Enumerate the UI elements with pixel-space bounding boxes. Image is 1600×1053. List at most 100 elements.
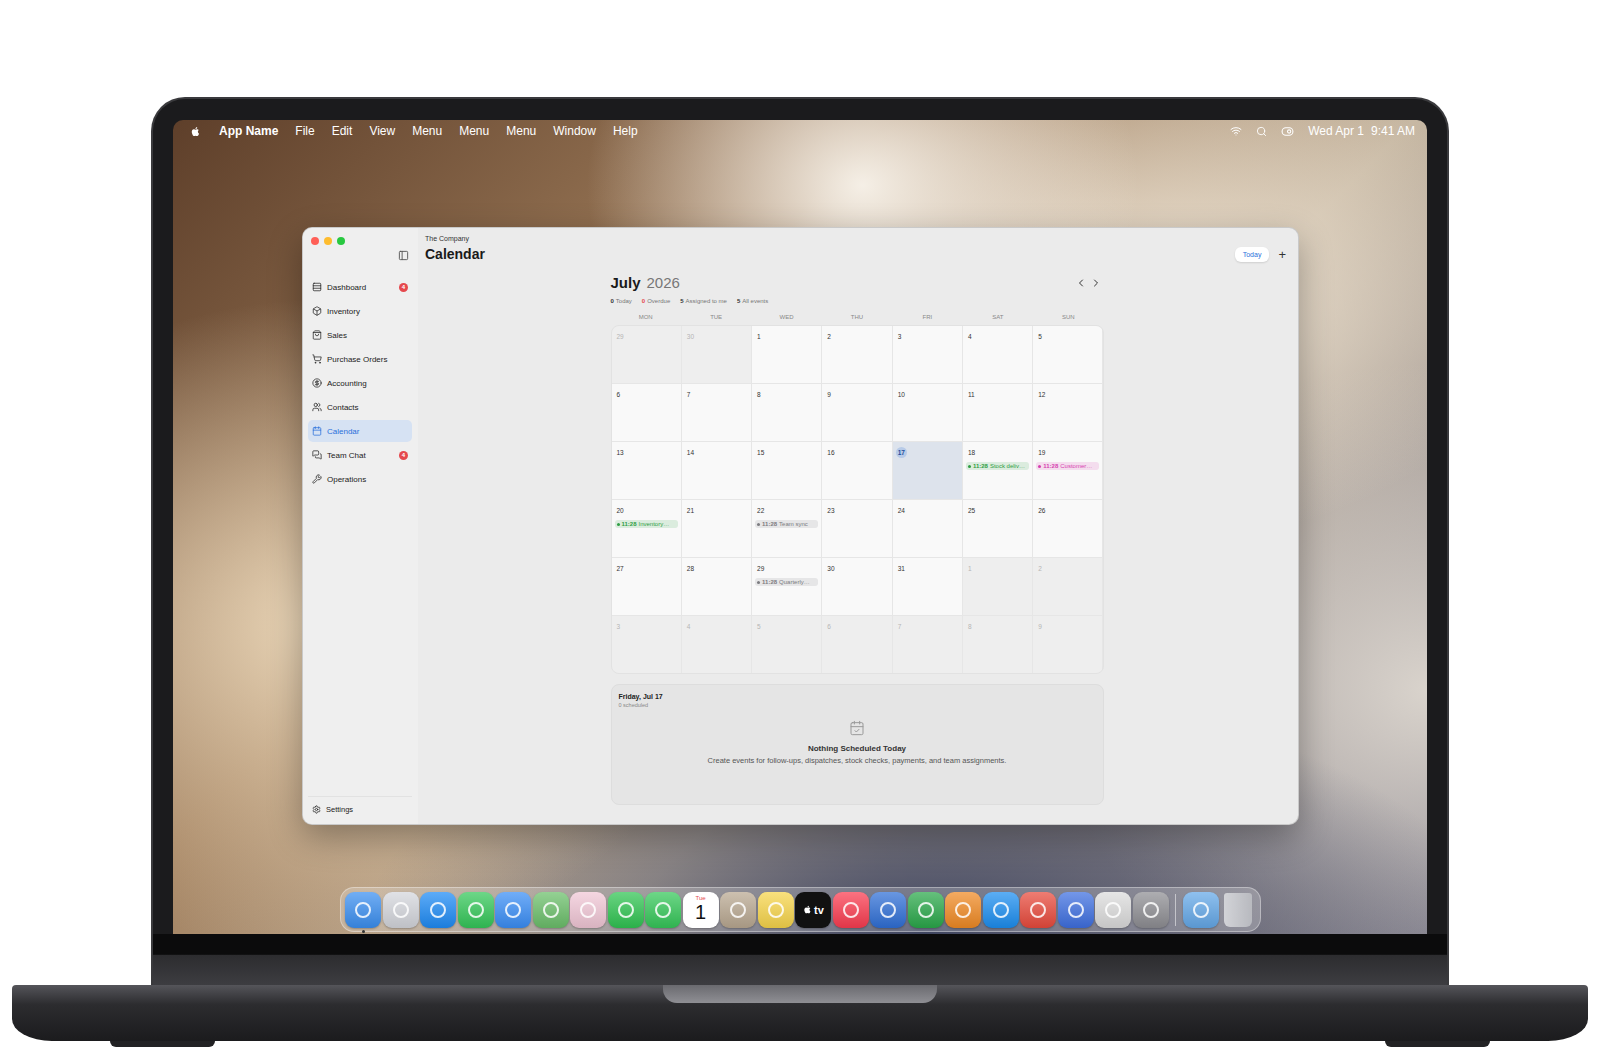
dock-item[interactable] (645, 892, 681, 928)
day-cell[interactable]: 2211:28Team sync (752, 500, 821, 557)
day-cell[interactable]: 2911:28Quarterly… (752, 558, 821, 615)
wifi-icon[interactable] (1230, 125, 1242, 137)
day-cell[interactable]: 1 (963, 558, 1032, 615)
dock-item[interactable] (570, 892, 606, 928)
day-cell[interactable]: 31 (893, 558, 962, 615)
day-cell[interactable]: 29 (612, 326, 681, 383)
dock-app[interactable] (570, 892, 606, 928)
day-cell[interactable]: 24 (893, 500, 962, 557)
day-cell[interactable]: 9 (822, 384, 891, 441)
add-button[interactable]: + (1275, 248, 1289, 261)
previous-month-icon[interactable] (1075, 277, 1087, 289)
menu-item[interactable]: Help (613, 124, 638, 138)
day-cell[interactable]: 1811:28Stock deliv… (963, 442, 1032, 499)
day-cell[interactable]: 8 (963, 616, 1032, 673)
day-cell[interactable]: 30 (822, 558, 891, 615)
dock-item[interactable] (908, 892, 944, 928)
sidebar-toggle-icon[interactable] (398, 250, 409, 261)
dock-trash[interactable] (1224, 893, 1252, 927)
stat[interactable]: 5All events (737, 298, 768, 304)
dock-app[interactable] (1133, 892, 1169, 928)
dock-app[interactable] (908, 892, 944, 928)
dock-app[interactable] (1095, 892, 1131, 928)
day-cell[interactable]: 1911:28Customer… (1033, 442, 1102, 499)
dock-app[interactable] (1058, 892, 1094, 928)
sidebar-item[interactable]: Calendar (308, 420, 412, 442)
menu-item[interactable]: Menu (459, 124, 489, 138)
day-cell[interactable]: 5 (1033, 326, 1102, 383)
stat[interactable]: 5Assigned to me (680, 298, 727, 304)
day-cell[interactable]: 26 (1033, 500, 1102, 557)
dock-item[interactable] (495, 892, 531, 928)
minimize-button[interactable] (324, 237, 332, 245)
dock-app[interactable] (983, 892, 1019, 928)
dock-app[interactable] (645, 892, 681, 928)
stat[interactable]: 0Today (611, 298, 632, 304)
day-cell[interactable]: 2011:28Inventory… (612, 500, 681, 557)
dock-app[interactable] (720, 892, 756, 928)
sidebar-item[interactable]: Team Chat4 (308, 444, 412, 466)
event-chip[interactable]: 11:28Customer… (1036, 462, 1099, 470)
menu-item[interactable]: Menu (506, 124, 536, 138)
menu-item[interactable]: Edit (332, 124, 353, 138)
control-center-icon[interactable] (1281, 125, 1294, 138)
sidebar-item[interactable]: Accounting (308, 372, 412, 394)
dock-app[interactable] (495, 892, 531, 928)
day-cell[interactable]: 6 (822, 616, 891, 673)
day-cell[interactable]: 2 (822, 326, 891, 383)
dock-app[interactable] (608, 892, 644, 928)
event-chip[interactable]: 11:28Quarterly… (755, 578, 818, 586)
settings-item[interactable]: Settings (308, 796, 412, 814)
day-cell[interactable]: 9 (1033, 616, 1102, 673)
dock-app[interactable] (870, 892, 906, 928)
dock-item[interactable] (720, 892, 756, 928)
dock-item[interactable]: Tue1 (683, 892, 719, 928)
event-chip[interactable]: 11:28Stock deliv… (966, 462, 1029, 470)
day-cell[interactable]: 23 (822, 500, 891, 557)
sidebar-item[interactable]: Contacts (308, 396, 412, 418)
day-cell[interactable]: 7 (893, 616, 962, 673)
day-cell[interactable]: 3 (612, 616, 681, 673)
close-button[interactable] (311, 237, 319, 245)
day-cell[interactable]: 2 (1033, 558, 1102, 615)
menu-item[interactable]: View (369, 124, 395, 138)
event-chip[interactable]: 11:28Inventory… (615, 520, 678, 528)
sidebar-item[interactable]: Inventory (308, 300, 412, 322)
dock-item[interactable] (420, 892, 456, 928)
dock-app[interactable] (420, 892, 456, 928)
dock-app[interactable] (1183, 892, 1219, 928)
day-cell[interactable]: 5 (752, 616, 821, 673)
day-cell[interactable]: 4 (682, 616, 751, 673)
day-cell[interactable]: 1 (752, 326, 821, 383)
dock-app[interactable] (533, 892, 569, 928)
dock-item[interactable] (1020, 892, 1056, 928)
day-cell[interactable]: 7 (682, 384, 751, 441)
dock-item[interactable] (533, 892, 569, 928)
app-menu[interactable]: App Name (219, 124, 278, 138)
sidebar-item[interactable]: Sales (308, 324, 412, 346)
menu-item[interactable]: Menu (412, 124, 442, 138)
dock-app[interactable] (945, 892, 981, 928)
dock-item[interactable] (870, 892, 906, 928)
dock-item[interactable] (1220, 893, 1256, 927)
dock-item[interactable] (1183, 892, 1219, 928)
day-cell[interactable]: 30 (682, 326, 751, 383)
day-cell[interactable]: 13 (612, 442, 681, 499)
sidebar-item[interactable]: Purchase Orders (308, 348, 412, 370)
dock-tv-app[interactable]: tv (795, 892, 831, 928)
dock-item[interactable] (345, 892, 381, 928)
day-cell[interactable]: 27 (612, 558, 681, 615)
today-button[interactable]: Today (1235, 247, 1270, 262)
menu-item[interactable]: File (295, 124, 314, 138)
day-cell[interactable]: 6 (612, 384, 681, 441)
dock-item[interactable] (608, 892, 644, 928)
day-cell[interactable]: 16 (822, 442, 891, 499)
event-chip[interactable]: 11:28Team sync (755, 520, 818, 528)
day-cell[interactable]: 17 (893, 442, 962, 499)
search-icon[interactable] (1256, 126, 1267, 137)
day-cell[interactable]: 8 (752, 384, 821, 441)
stat[interactable]: 0Overdue (642, 298, 670, 304)
sidebar-item[interactable]: Dashboard4 (308, 276, 412, 298)
dock-calendar-app[interactable]: Tue1 (683, 892, 719, 928)
dock-item[interactable] (983, 892, 1019, 928)
